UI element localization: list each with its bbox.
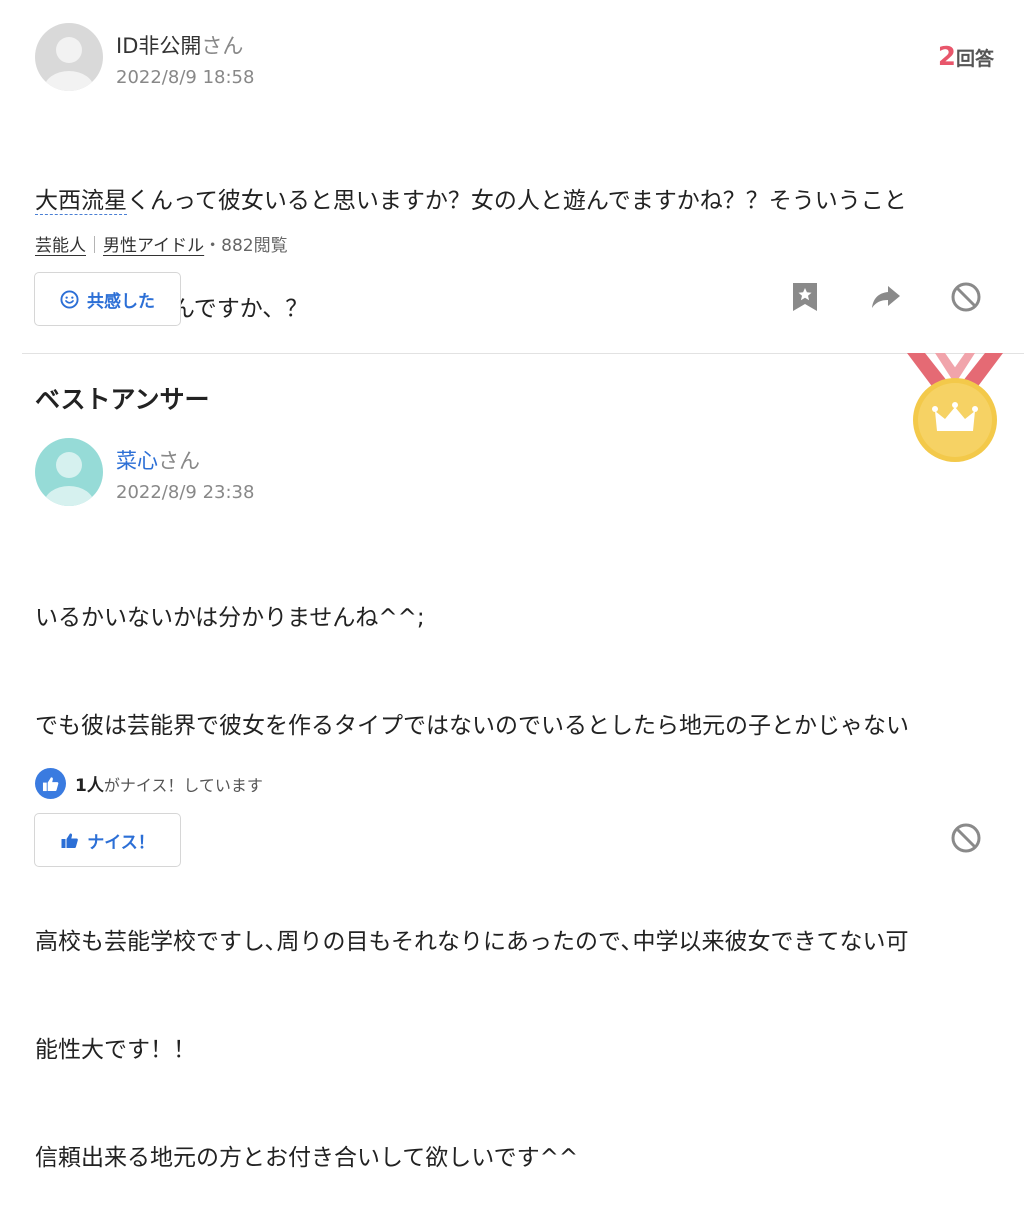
question-meta: 芸能人｜男性アイドル・882閲覧 [35,231,288,256]
answerer-username[interactable]: 菜心 [116,449,158,473]
best-answer-medal [905,353,1005,463]
questioner-avatar [35,23,103,91]
question-text-line1: くんって彼女いると思いますか？女の人と遊んでますかね？？そういうこと [127,188,907,214]
empathy-button[interactable]: 共感した [34,272,181,326]
share-button[interactable] [866,279,906,319]
block-icon [950,281,982,317]
category-link-1[interactable]: 芸能人 [35,236,86,256]
empathy-button-label: 共感した [87,291,155,312]
nice-button-label: ナイス！ [87,832,155,853]
answer-block-button[interactable] [946,820,986,860]
questioner-username[interactable]: ID非公開 [116,34,201,58]
questioner-name[interactable]: ID非公開さん [116,30,243,60]
answer-line: 信頼出来る地元の方とお付き合いして欲しいです^^ [35,1145,579,1171]
honorific: さん [158,449,200,473]
share-icon [871,284,901,314]
keyword-link[interactable]: 大西流星 [35,188,127,214]
answerer-avatar [35,438,103,506]
nice-count-number: 1人 [75,776,104,796]
block-button[interactable] [946,279,986,319]
best-answer-heading: ベストアンサー [35,385,210,414]
nice-count: 1人 がナイス！しています [35,768,263,799]
answer-text: いるかいないかは分かりませんね^^; でも彼は芸能界で彼女を作るタイプではないの… [35,528,995,1212]
answer-line: でも彼は芸能界で彼女を作るタイプではないのでいるとしたら地元の子とかじゃない [35,713,909,739]
bookmark-button[interactable] [785,279,825,319]
answer-count-number: 2 [937,42,956,72]
category-separator: ｜ [86,236,103,256]
block-icon [950,822,982,858]
smile-icon [60,289,79,309]
answer-count-label: 回答 [955,48,994,70]
answer-date: 2022/8/9 23:38 [116,482,255,503]
section-divider [22,353,1024,354]
honorific: さん [201,34,244,58]
answer-line: 高校も芸能学校ですし､周りの目もそれなりにあったので､中学以来彼女できてない可 [35,929,909,955]
thumbs-up-icon [60,832,79,849]
nice-button[interactable]: ナイス！ [34,813,181,867]
view-count: ・882閲覧 [204,236,288,256]
answer-count: 2回答 [938,42,994,72]
answer-line: いるかいないかは分かりませんね^^; [35,605,425,631]
question-date: 2022/8/9 18:58 [116,67,255,88]
thumbs-up-badge-icon [35,768,66,799]
bookmark-icon [791,281,819,317]
category-link-2[interactable]: 男性アイドル [103,236,204,256]
answer-line: 能性大です！！ [35,1037,196,1063]
nice-count-suffix: がナイス！しています [103,775,263,795]
answerer-name[interactable]: 菜心さん [116,445,200,475]
